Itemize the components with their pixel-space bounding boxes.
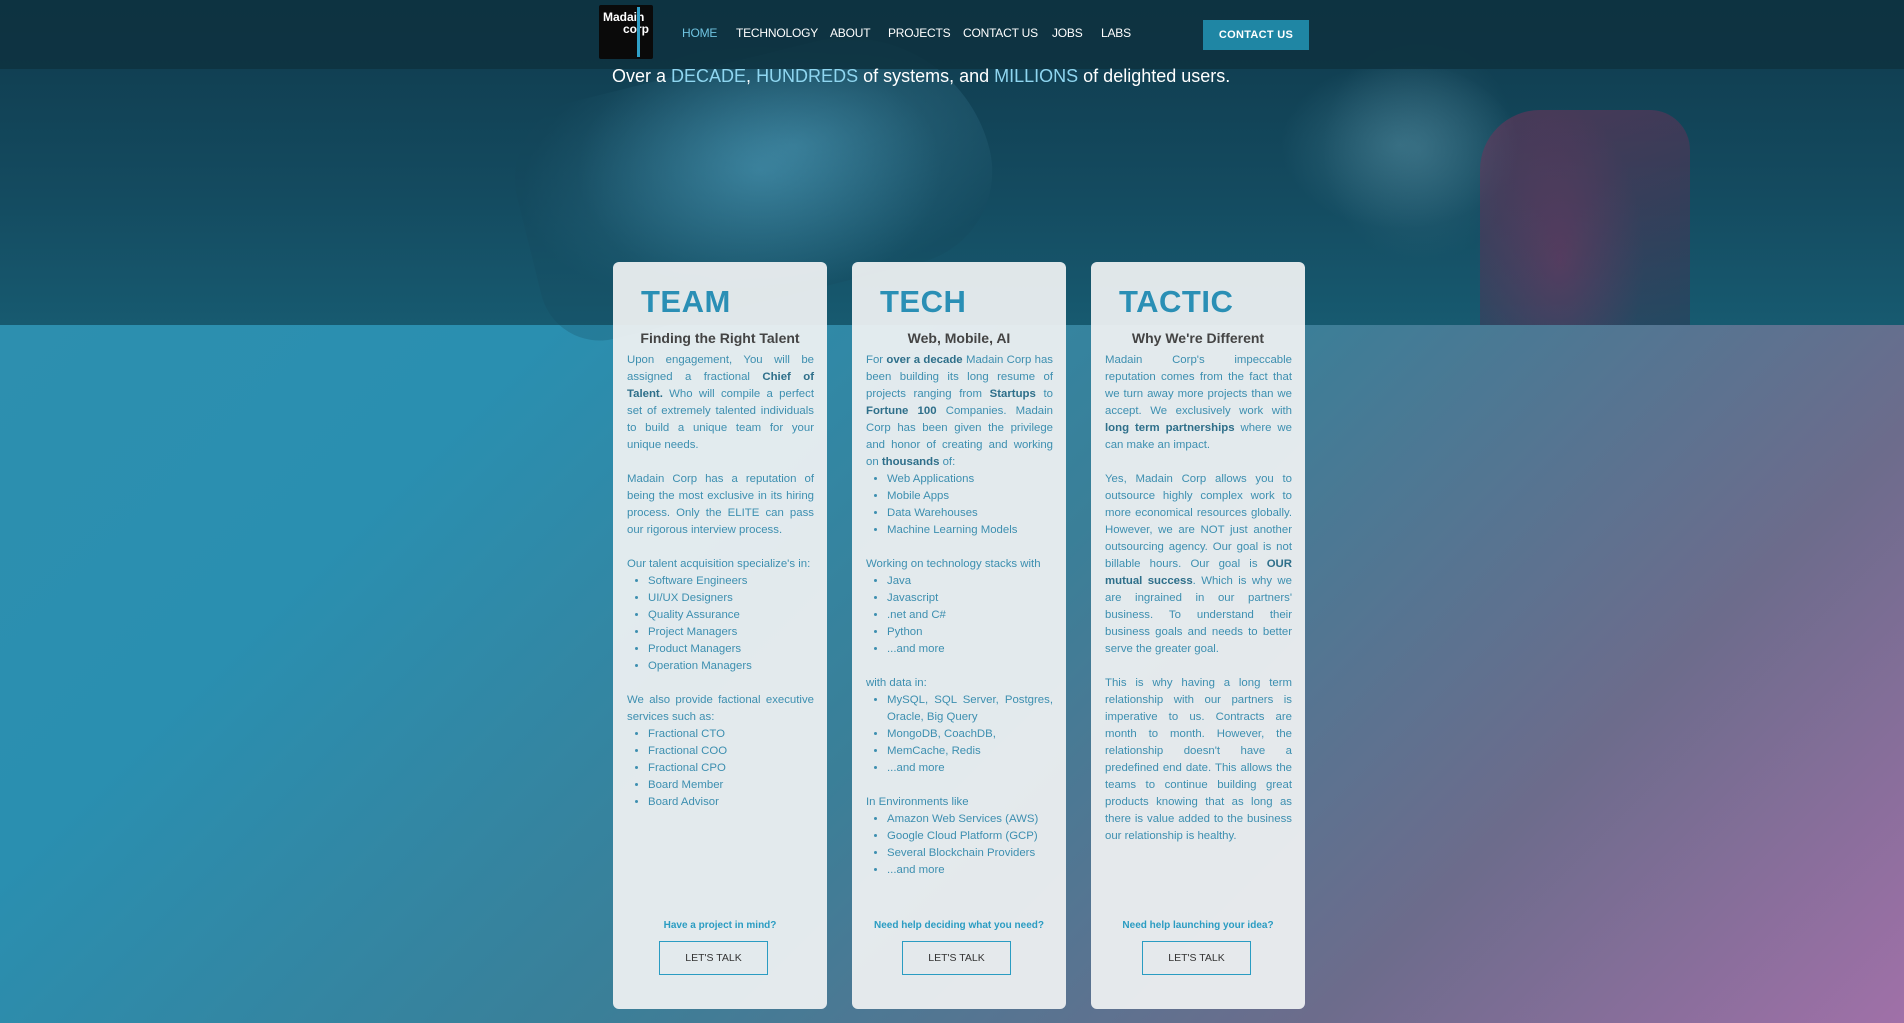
card-body: For over a decade Madain Corp has been b… xyxy=(866,352,1053,896)
list-item: Fractional CPO xyxy=(648,760,814,777)
madain-corp-logo[interactable]: Madain corp xyxy=(599,5,653,59)
list-item: Web Applications xyxy=(887,471,1053,488)
card-prompt: Need help launching your idea? xyxy=(1122,920,1274,931)
team-card: TEAM Finding the Right Talent Upon engag… xyxy=(613,262,827,1009)
list-item: MySQL, SQL Server, Postgres, Oracle, Big… xyxy=(887,692,1053,726)
list-item: Board Advisor xyxy=(648,794,814,811)
list-item: Software Engineers xyxy=(648,573,814,590)
lets-talk-button[interactable]: LET'S TALK xyxy=(659,941,768,975)
card-title: TEAM xyxy=(641,284,731,319)
list-item: UI/UX Designers xyxy=(648,590,814,607)
list-item: MemCache, Redis xyxy=(887,743,1053,760)
card-title: TACTIC xyxy=(1119,284,1234,319)
list-item: MongoDB, CoachDB, xyxy=(887,726,1053,743)
list-item: Product Managers xyxy=(648,641,814,658)
sleeve-image xyxy=(1480,110,1690,325)
card-prompt: Need help deciding what you need? xyxy=(873,920,1045,931)
list-item: Machine Learning Models xyxy=(887,522,1053,539)
card-subtitle: Why We're Different xyxy=(1131,330,1265,346)
list-item: Quality Assurance xyxy=(648,607,814,624)
lets-talk-button[interactable]: LET'S TALK xyxy=(1142,941,1251,975)
list-item: Google Cloud Platform (GCP) xyxy=(887,828,1053,845)
lets-talk-button[interactable]: LET'S TALK xyxy=(902,941,1011,975)
tech-card: TECH Web, Mobile, AI For over a decade M… xyxy=(852,262,1066,1009)
list-item: Javascript xyxy=(887,590,1053,607)
list-item: Java xyxy=(887,573,1053,590)
list-item: Data Warehouses xyxy=(887,505,1053,522)
card-prompt: Have a project in mind? xyxy=(663,920,777,931)
tech-stack-list: Java Javascript .net and C# Python ...an… xyxy=(866,573,1053,658)
list-item: Fractional COO xyxy=(648,743,814,760)
list-item: .net and C# xyxy=(887,607,1053,624)
nav-jobs-link[interactable]: JOBS xyxy=(1052,26,1101,40)
top-navbar: Madain corp HOME TECHNOLOGY ABOUT PROJEC… xyxy=(0,0,1904,69)
executive-services-list: Fractional CTO Fractional COO Fractional… xyxy=(627,726,814,811)
list-item: ...and more xyxy=(887,641,1053,658)
card-title: TECH xyxy=(880,284,967,319)
list-item: Project Managers xyxy=(648,624,814,641)
card-subtitle: Finding the Right Talent xyxy=(640,330,800,346)
list-item: Fractional CTO xyxy=(648,726,814,743)
contact-us-button[interactable]: CONTACT US xyxy=(1203,20,1309,50)
list-item: Amazon Web Services (AWS) xyxy=(887,811,1053,828)
deliverables-list: Web Applications Mobile Apps Data Wareho… xyxy=(866,471,1053,539)
environments-list: Amazon Web Services (AWS) Google Cloud P… xyxy=(866,811,1053,879)
card-body: Upon engagement, You will be assigned a … xyxy=(627,352,814,828)
list-item: Board Member xyxy=(648,777,814,794)
card-body: Madain Corp's impeccable reputation come… xyxy=(1105,354,1292,842)
main-nav: HOME TECHNOLOGY ABOUT PROJECTS CONTACT U… xyxy=(682,26,1141,40)
list-item: ...and more xyxy=(887,760,1053,777)
logo-accent-bar xyxy=(637,7,640,57)
list-item: Operation Managers xyxy=(648,658,814,675)
list-item: Python xyxy=(887,624,1053,641)
nav-technology-link[interactable]: TECHNOLOGY xyxy=(736,26,830,40)
hero-tagline: Over a DECADE, HUNDREDS of systems, and … xyxy=(612,66,1231,86)
list-item: Mobile Apps xyxy=(887,488,1053,505)
card-subtitle: Web, Mobile, AI xyxy=(907,330,1011,346)
nav-projects-link[interactable]: PROJECTS xyxy=(888,26,963,40)
data-stores-list: MySQL, SQL Server, Postgres, Oracle, Big… xyxy=(866,692,1053,777)
talent-list: Software Engineers UI/UX Designers Quali… xyxy=(627,573,814,675)
list-item: ...and more xyxy=(887,862,1053,879)
nav-labs-link[interactable]: LABS xyxy=(1101,26,1141,40)
tactic-card: TACTIC Why We're Different Madain Corp's… xyxy=(1091,262,1305,1009)
list-item: Several Blockchain Providers xyxy=(887,845,1053,862)
nav-about-link[interactable]: ABOUT xyxy=(830,26,888,40)
nav-home-link[interactable]: HOME xyxy=(682,26,736,40)
nav-contact-us-link[interactable]: CONTACT US xyxy=(963,26,1052,40)
